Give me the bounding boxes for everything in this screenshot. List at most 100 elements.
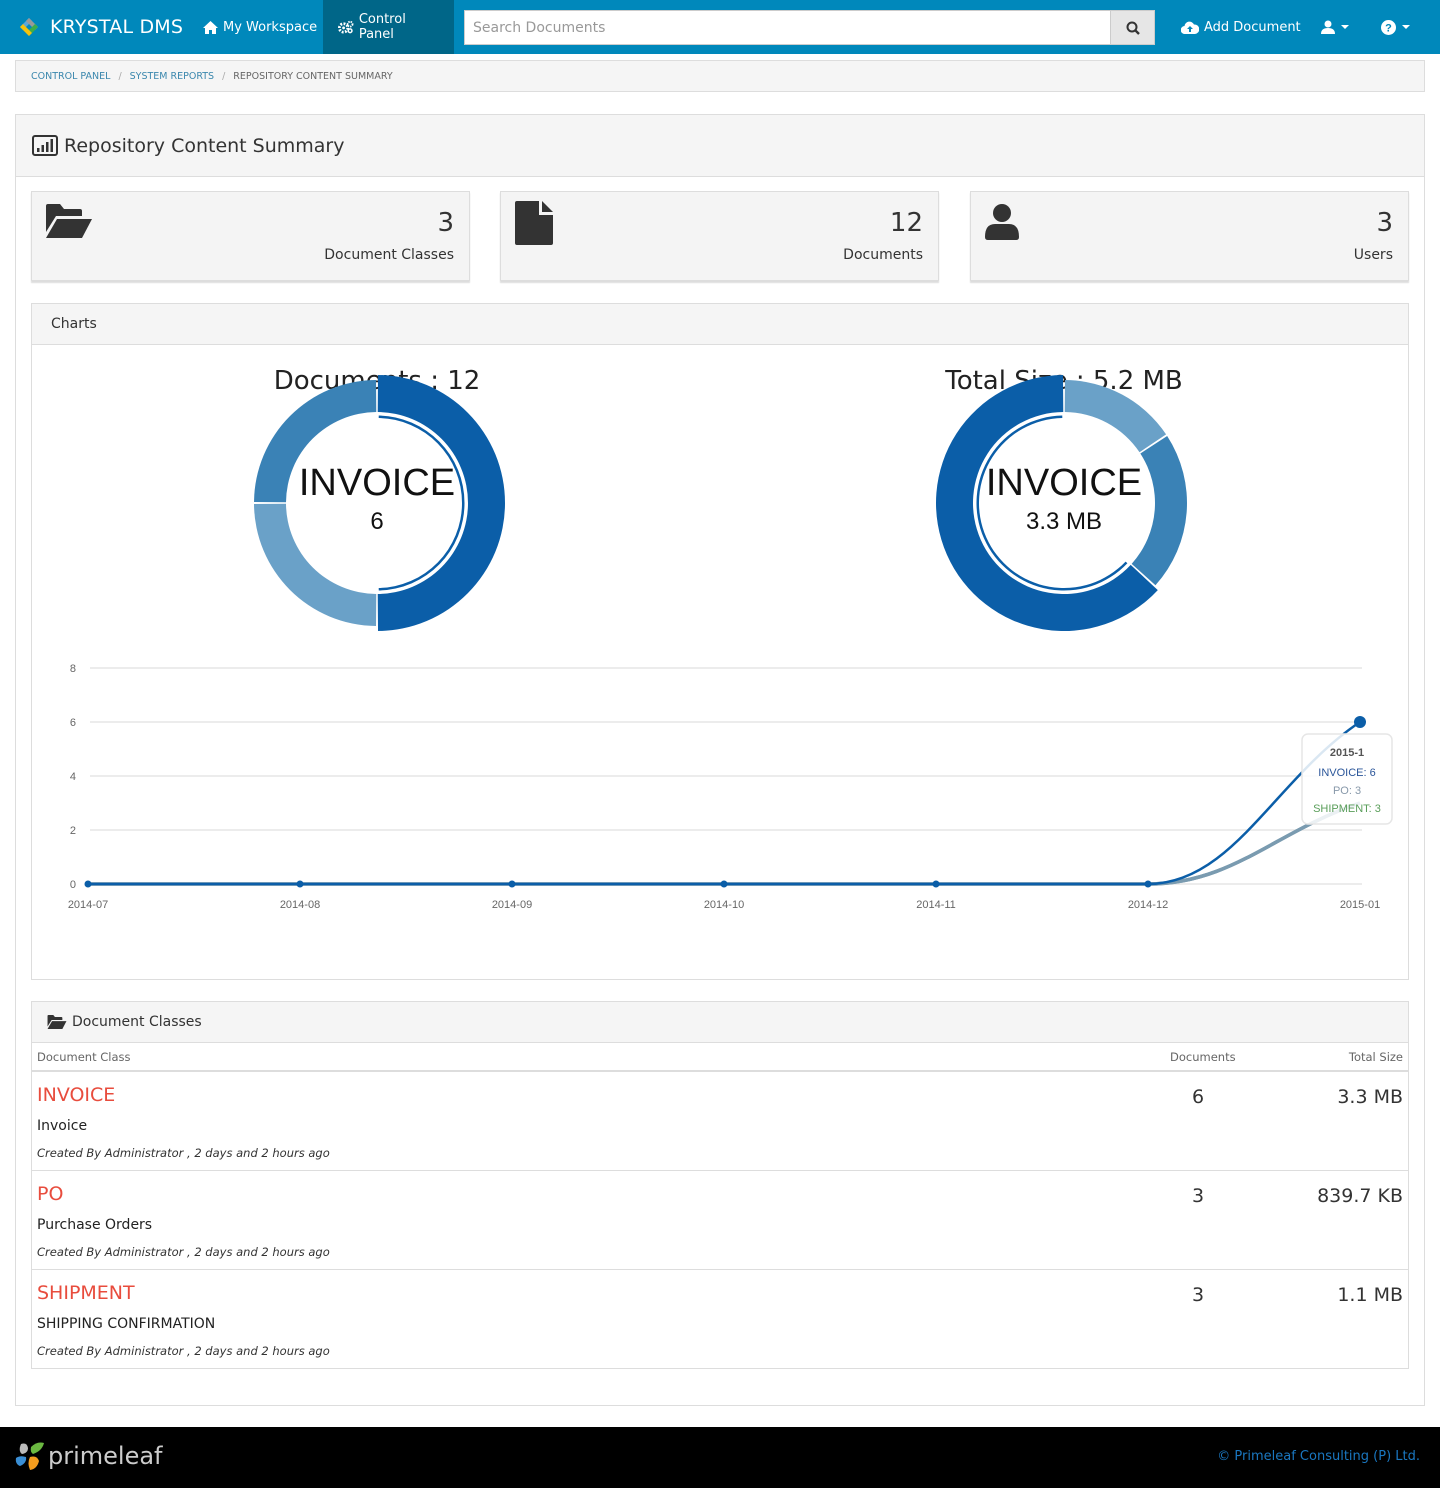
series-line-shipment bbox=[88, 801, 1361, 886]
document-class-description: Invoice bbox=[37, 1118, 88, 1134]
stat-card-users: 3 Users bbox=[970, 191, 1409, 281]
search-icon bbox=[1126, 21, 1140, 35]
document-classes-panel: Document Classes Document Class Document… bbox=[31, 1001, 1409, 1369]
series-line-invoice bbox=[88, 720, 1361, 886]
table-row: SHIPMENT SHIPPING CONFIRMATION Created B… bbox=[32, 1270, 1408, 1369]
y-tick-label: 8 bbox=[70, 663, 76, 675]
stat-value: 12 bbox=[889, 208, 923, 238]
footer: primeleaf © Primeleaf Consulting (P) Ltd… bbox=[0, 1427, 1440, 1488]
breadcrumb-system-reports[interactable]: SYSTEM REPORTS bbox=[130, 71, 214, 82]
data-point-invoice bbox=[296, 880, 304, 888]
nav-my-workspace[interactable]: My Workspace bbox=[188, 0, 332, 54]
add-document-button[interactable]: Add Document bbox=[1166, 0, 1316, 54]
x-tick-label: 2014-12 bbox=[1128, 899, 1168, 911]
document-classes-header: Document Classes bbox=[32, 1002, 1408, 1043]
donut-slice-po bbox=[1064, 380, 1167, 453]
document-count: 3 bbox=[1192, 1284, 1205, 1306]
document-class-link[interactable]: PO bbox=[37, 1183, 63, 1205]
data-point-invoice bbox=[1144, 880, 1152, 888]
krystal-logo-icon bbox=[20, 18, 38, 36]
donut-center-label: INVOICE bbox=[986, 462, 1142, 504]
data-point-invoice bbox=[84, 880, 92, 888]
search-button[interactable] bbox=[1110, 10, 1155, 45]
breadcrumb-current: REPOSITORY CONTENT SUMMARY bbox=[233, 70, 393, 82]
data-point-invoice bbox=[1354, 716, 1366, 728]
donut-slice-shipment bbox=[1131, 436, 1187, 586]
x-tick-label: 2014-11 bbox=[916, 899, 956, 911]
table-row: INVOICE Invoice Created By Administrator… bbox=[32, 1072, 1408, 1171]
document-classes-title: Document Classes bbox=[72, 1014, 202, 1030]
tooltip-line: INVOICE: 6 bbox=[1318, 767, 1375, 779]
document-count: 6 bbox=[1192, 1086, 1205, 1108]
add-document-label: Add Document bbox=[1204, 19, 1301, 35]
cloud-upload-icon bbox=[1181, 21, 1199, 34]
user-menu-dropdown[interactable] bbox=[1306, 0, 1364, 54]
y-tick-label: 6 bbox=[70, 717, 76, 729]
document-class-meta: Created By Administrator , 2 days and 2 … bbox=[37, 1245, 330, 1259]
bar-chart-icon bbox=[32, 135, 58, 156]
document-class-link[interactable]: SHIPMENT bbox=[37, 1282, 135, 1304]
panel-header: Repository Content Summary bbox=[16, 115, 1424, 177]
document-class-description: Purchase Orders bbox=[37, 1217, 153, 1233]
primeleaf-logo: primeleaf bbox=[15, 1441, 163, 1471]
primeleaf-leaf-icon bbox=[15, 1442, 44, 1470]
column-header-documents[interactable]: Documents bbox=[1170, 1050, 1236, 1064]
nav-control-panel[interactable]: Control Panel bbox=[323, 0, 454, 54]
svg-text:?: ? bbox=[1385, 22, 1392, 34]
x-tick-label: 2014-07 bbox=[68, 899, 108, 911]
footer-copyright[interactable]: © Primeleaf Consulting (P) Ltd. bbox=[1217, 1449, 1420, 1464]
total-size: 1.1 MB bbox=[1337, 1284, 1403, 1306]
data-point-invoice bbox=[932, 880, 940, 888]
brand-link[interactable]: KRYSTAL DMS bbox=[16, 0, 183, 54]
breadcrumb-control-panel[interactable]: CONTROL PANEL bbox=[31, 71, 110, 82]
y-tick-label: 2 bbox=[70, 825, 76, 837]
document-class-meta: Created By Administrator , 2 days and 2 … bbox=[37, 1344, 330, 1358]
chevron-down-icon bbox=[1341, 25, 1349, 29]
user-icon bbox=[985, 204, 1019, 240]
stat-value: 3 bbox=[437, 208, 454, 238]
column-header-document-class[interactable]: Document Class bbox=[37, 1050, 131, 1064]
chevron-down-icon bbox=[1402, 25, 1410, 29]
help-menu-dropdown[interactable]: ? bbox=[1366, 0, 1425, 54]
breadcrumb-separator: / bbox=[118, 70, 122, 82]
charts-panel-header: Charts bbox=[32, 304, 1408, 345]
document-count: 3 bbox=[1192, 1185, 1205, 1207]
donut-center-value: 6 bbox=[370, 508, 383, 535]
charts-canvas: INVOICE 6 INVOICE 3.3 MB 0 2 4 6 8 2014-07 2014-08… bbox=[68, 375, 1393, 911]
top-navbar: KRYSTAL DMS My Workspace Control Panel S… bbox=[0, 0, 1440, 54]
tooltip-line: PO: 3 bbox=[1333, 785, 1361, 797]
document-class-description: SHIPPING CONFIRMATION bbox=[37, 1316, 216, 1332]
folder-open-icon bbox=[46, 204, 92, 238]
donut-center-value: 3.3 MB bbox=[1026, 508, 1102, 535]
document-class-link[interactable]: INVOICE bbox=[37, 1084, 115, 1106]
folder-open-icon bbox=[47, 1015, 67, 1029]
data-point-invoice bbox=[508, 880, 516, 888]
stat-label: Document Classes bbox=[324, 247, 454, 263]
y-tick-label: 0 bbox=[70, 879, 76, 891]
repository-summary-panel: Repository Content Summary 3 Document Cl… bbox=[15, 114, 1425, 1406]
stat-label: Documents bbox=[843, 247, 923, 263]
series-line-po bbox=[88, 801, 1361, 886]
charts-panel: Charts Documents : 12 Total Size : 5.2 M… bbox=[31, 303, 1409, 980]
page-title: Repository Content Summary bbox=[64, 134, 345, 157]
nav-control-panel-label: Control Panel bbox=[358, 12, 406, 42]
tooltip-title: 2015-1 bbox=[1330, 747, 1364, 759]
gears-icon bbox=[338, 20, 354, 34]
stat-card-document-classes: 3 Document Classes bbox=[31, 191, 470, 281]
total-size: 3.3 MB bbox=[1337, 1086, 1403, 1108]
column-header-total-size[interactable]: Total Size bbox=[1349, 1050, 1403, 1064]
nav-my-workspace-label: My Workspace bbox=[223, 19, 318, 35]
search-input[interactable]: Search Documents bbox=[464, 10, 1111, 45]
breadcrumb: CONTROL PANEL / SYSTEM REPORTS / REPOSIT… bbox=[15, 60, 1425, 92]
data-point-invoice bbox=[720, 880, 728, 888]
total-size: 839.7 KB bbox=[1317, 1185, 1403, 1207]
footer-logo-text: primeleaf bbox=[48, 1442, 163, 1470]
donut-slice-po bbox=[254, 503, 377, 626]
stat-card-documents: 12 Documents bbox=[500, 191, 939, 281]
x-tick-label: 2014-08 bbox=[280, 899, 320, 911]
tooltip-line: SHIPMENT: 3 bbox=[1313, 803, 1381, 815]
y-tick-label: 4 bbox=[70, 771, 76, 783]
file-icon bbox=[515, 201, 553, 245]
x-tick-label: 2015-01 bbox=[1340, 899, 1380, 911]
stat-label: Users bbox=[1353, 247, 1393, 263]
